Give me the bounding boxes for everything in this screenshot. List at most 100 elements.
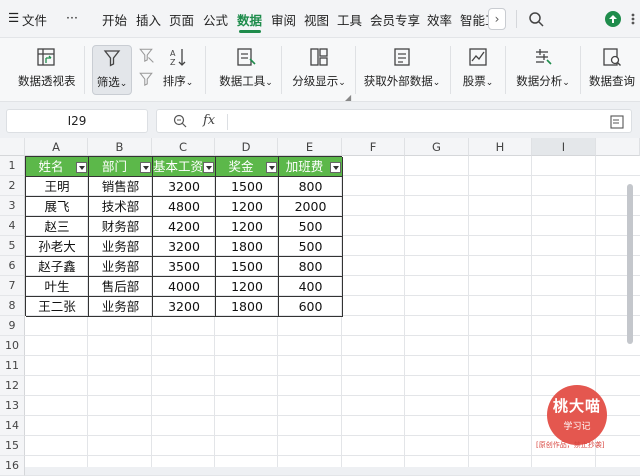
table-cell[interactable]: 500 (279, 217, 343, 237)
column-header-B[interactable]: B (88, 138, 152, 156)
filter-dropdown-icon[interactable] (140, 162, 151, 173)
row-header-3[interactable]: 3 (0, 196, 25, 216)
table-cell[interactable]: 1800 (216, 297, 279, 317)
table-cell[interactable]: 展飞 (26, 197, 89, 217)
table-cell[interactable]: 业务部 (89, 257, 153, 277)
filter-button[interactable]: 筛选⌄ (92, 47, 132, 90)
table-cell[interactable]: 800 (279, 257, 343, 277)
clear-filter-button[interactable] (136, 46, 156, 67)
table-cell[interactable]: 4200 (153, 217, 216, 237)
formula-input[interactable]: fx (156, 109, 632, 133)
row-header-15[interactable]: 15 (0, 436, 25, 456)
data-query-button[interactable]: 数据查询 (588, 46, 636, 89)
select-all-corner[interactable] (0, 138, 25, 156)
sort-button[interactable]: A Z 排序⌄ (160, 46, 196, 89)
filter-dropdown-icon[interactable] (330, 162, 341, 173)
tab-tools[interactable]: 工具 (337, 10, 362, 29)
name-box[interactable]: I29 (6, 109, 148, 133)
row-header-4[interactable]: 4 (0, 216, 25, 236)
table-cell[interactable]: 技术部 (89, 197, 153, 217)
header-cell[interactable]: 加班费 (279, 157, 343, 177)
tab-view[interactable]: 视图 (304, 10, 329, 29)
table-cell[interactable]: 600 (279, 297, 343, 317)
function-icon[interactable]: fx (203, 113, 215, 128)
table-cell[interactable]: 3500 (153, 257, 216, 277)
table-cell[interactable]: 1200 (216, 197, 279, 217)
table-cell[interactable]: 孙老大 (26, 237, 89, 257)
data-tools-button[interactable]: 数据工具⌄ (216, 46, 276, 89)
header-cell[interactable]: 部门 (89, 157, 153, 177)
zoom-icon[interactable] (173, 114, 187, 128)
external-data-button[interactable]: 获取外部数据⌄ (362, 46, 442, 89)
table-cell[interactable]: 3200 (153, 297, 216, 317)
table-cell[interactable]: 业务部 (89, 297, 153, 317)
filter-dropdown-icon[interactable] (203, 162, 214, 173)
table-cell[interactable]: 1200 (216, 217, 279, 237)
tab-home[interactable]: 开始 (102, 10, 127, 29)
table-cell[interactable]: 财务部 (89, 217, 153, 237)
reapply-filter-button[interactable] (136, 70, 156, 91)
row-header-11[interactable]: 11 (0, 356, 25, 376)
row-header-12[interactable]: 12 (0, 376, 25, 396)
table-cell[interactable]: 售后部 (89, 277, 153, 297)
data-analysis-button[interactable]: 数据分析⌄ (512, 46, 574, 89)
column-header-H[interactable]: H (469, 138, 532, 156)
column-header-C[interactable]: C (152, 138, 215, 156)
row-header-1[interactable]: 1 (0, 156, 25, 176)
table-cell[interactable]: 2000 (279, 197, 343, 217)
filter-dropdown-icon[interactable] (266, 162, 277, 173)
table-cell[interactable]: 1800 (216, 237, 279, 257)
cloud-upload-icon[interactable] (604, 10, 622, 28)
table-cell[interactable]: 800 (279, 177, 343, 197)
more-vertical-icon[interactable] (628, 12, 638, 26)
column-header-E[interactable]: E (278, 138, 342, 156)
header-cell[interactable]: 奖金 (216, 157, 279, 177)
more-menu[interactable]: ··· (66, 10, 78, 25)
table-cell[interactable]: 3200 (153, 177, 216, 197)
row-header-5[interactable]: 5 (0, 236, 25, 256)
tab-member[interactable]: 会员专享 (370, 10, 420, 29)
row-header-8[interactable]: 8 (0, 296, 25, 316)
search-icon[interactable] (528, 11, 544, 27)
column-header-A[interactable]: A (25, 138, 88, 156)
header-cell[interactable]: 姓名 (26, 157, 89, 177)
table-cell[interactable]: 业务部 (89, 237, 153, 257)
table-cell[interactable]: 叶生 (26, 277, 89, 297)
column-header-F[interactable]: F (342, 138, 405, 156)
expand-formula-icon[interactable] (609, 114, 625, 130)
tab-data[interactable]: 数据 (237, 10, 262, 29)
chevron-right-icon[interactable]: › (488, 8, 506, 30)
row-header-10[interactable]: 10 (0, 336, 25, 356)
filter-dropdown-icon[interactable] (76, 162, 87, 173)
table-cell[interactable]: 王二张 (26, 297, 89, 317)
table-cell[interactable]: 1500 (216, 177, 279, 197)
dialog-launcher-icon[interactable]: ◢ (345, 93, 351, 102)
table-cell[interactable]: 500 (279, 237, 343, 257)
tab-efficiency[interactable]: 效率 (427, 10, 452, 29)
column-header-I[interactable]: I (532, 138, 596, 156)
row-header-13[interactable]: 13 (0, 396, 25, 416)
stocks-button[interactable]: 股票⌄ (458, 46, 498, 89)
row-header-14[interactable]: 14 (0, 416, 25, 436)
tab-page[interactable]: 页面 (169, 10, 194, 29)
outline-button[interactable]: 分级显示⌄ (290, 46, 348, 89)
pivot-table-button[interactable]: 数据透视表 (18, 46, 76, 89)
row-header-9[interactable]: 9 (0, 316, 25, 336)
tab-insert[interactable]: 插入 (136, 10, 161, 29)
spreadsheet-grid[interactable]: A B C D E F G H I 1 2 3 4 5 6 7 8 9 10 11 12 13 14 15 16 姓名 部门 基本工资… (0, 138, 640, 476)
tab-review[interactable]: 审阅 (271, 10, 296, 29)
tab-formula[interactable]: 公式 (203, 10, 228, 29)
column-header-G[interactable]: G (405, 138, 469, 156)
row-header-6[interactable]: 6 (0, 256, 25, 276)
row-header-7[interactable]: 7 (0, 276, 25, 296)
table-cell[interactable]: 4800 (153, 197, 216, 217)
table-cell[interactable]: 赵子鑫 (26, 257, 89, 277)
table-cell[interactable]: 王明 (26, 177, 89, 197)
table-cell[interactable]: 400 (279, 277, 343, 297)
header-cell[interactable]: 基本工资 (153, 157, 216, 177)
table-cell[interactable]: 销售部 (89, 177, 153, 197)
tab-ai[interactable]: 智能工 (460, 10, 488, 29)
table-cell[interactable]: 3200 (153, 237, 216, 257)
table-cell[interactable]: 1500 (216, 257, 279, 277)
hamburger-icon[interactable]: ☰ (8, 10, 19, 25)
